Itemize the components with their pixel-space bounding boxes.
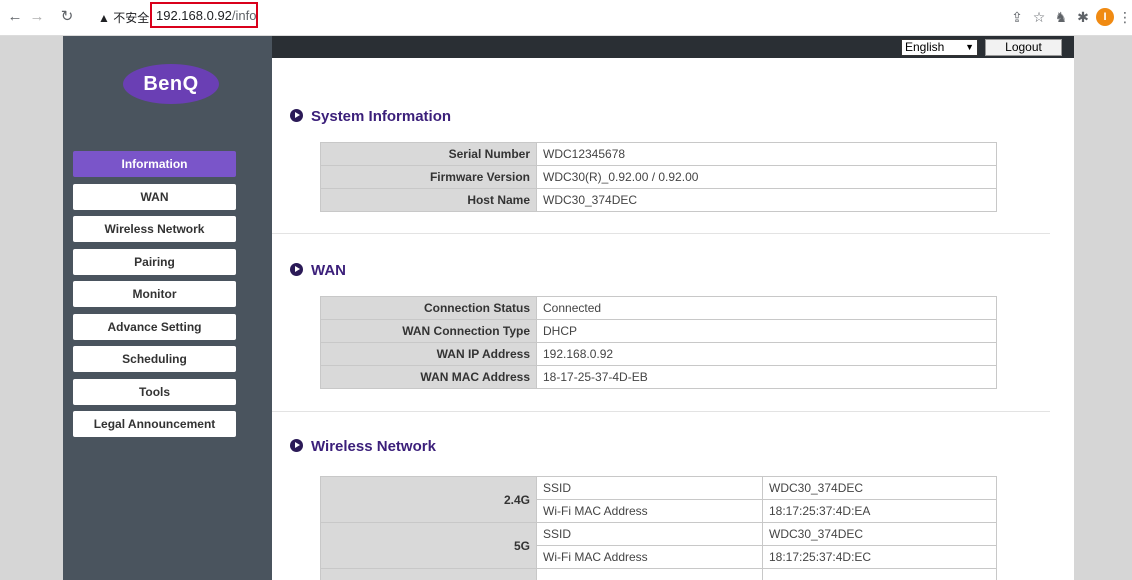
puzzle-icon[interactable]: ✱ bbox=[1074, 8, 1092, 26]
section-title-wireless: Wireless Network bbox=[290, 438, 436, 456]
system-title: System Information bbox=[311, 108, 452, 125]
table-row: WAN MAC Address 18-17-25-37-4D-EB bbox=[320, 365, 997, 389]
row-cell bbox=[536, 568, 763, 580]
ssid-value: WDC30_374DEC bbox=[762, 476, 997, 500]
section-divider bbox=[272, 411, 1050, 412]
page-margin-left bbox=[0, 36, 63, 580]
mac-label: Wi-Fi MAC Address bbox=[536, 499, 763, 523]
table-row: 2.4G SSID WDC30_374DEC bbox=[320, 476, 997, 523]
band-label: 2.4G bbox=[320, 476, 537, 523]
band-label bbox=[320, 568, 537, 580]
row-label: WAN IP Address bbox=[320, 342, 537, 366]
sidebar-item-wireless-network[interactable]: Wireless Network bbox=[73, 216, 236, 242]
router-page: BenQ Information WAN Wireless Network Pa… bbox=[63, 36, 1074, 580]
wireless-title: Wireless Network bbox=[311, 438, 436, 455]
section-divider bbox=[272, 233, 1050, 234]
ssid-label: SSID bbox=[536, 522, 763, 546]
menu-kebab-icon[interactable]: ⋮ bbox=[1116, 8, 1132, 26]
sidebar: BenQ Information WAN Wireless Network Pa… bbox=[63, 36, 272, 580]
url-host: 192.168.0.92 bbox=[156, 8, 232, 23]
sidebar-item-tools[interactable]: Tools bbox=[73, 378, 236, 405]
section-bullet-icon bbox=[290, 439, 303, 452]
back-icon[interactable]: ← bbox=[6, 8, 24, 26]
sidebar-menu: Information WAN Wireless Network Pairing… bbox=[73, 151, 236, 444]
row-label: Firmware Version bbox=[320, 165, 537, 189]
section-title-system: System Information bbox=[290, 108, 451, 126]
top-bar: English ▼ Logout bbox=[272, 36, 1074, 58]
row-value: 192.168.0.92 bbox=[536, 342, 997, 366]
url-text[interactable]: 192.168.0.92/info bbox=[156, 7, 256, 25]
band-label: 5G bbox=[320, 522, 537, 569]
table-row: Connection Status Connected bbox=[320, 296, 997, 320]
forward-icon[interactable]: → bbox=[28, 8, 46, 26]
wan-info-table: Connection Status Connected WAN Connectio… bbox=[320, 296, 997, 389]
sidebar-item-wan[interactable]: WAN bbox=[73, 183, 236, 210]
row-value: WDC12345678 bbox=[536, 142, 997, 166]
row-cell bbox=[762, 568, 997, 580]
url-highlight-box: 192.168.0.92/info bbox=[150, 2, 258, 28]
benq-logo: BenQ bbox=[123, 64, 219, 104]
share-icon[interactable]: ⇪ bbox=[1008, 8, 1026, 26]
language-select[interactable]: English ▼ bbox=[901, 39, 978, 56]
row-label: Host Name bbox=[320, 188, 537, 212]
sidebar-item-advance-setting[interactable]: Advance Setting bbox=[73, 313, 236, 340]
sidebar-item-pairing[interactable]: Pairing bbox=[73, 248, 236, 275]
mac-value: 18:17:25:37:4D:EA bbox=[762, 499, 997, 523]
chevron-down-icon: ▼ bbox=[965, 42, 974, 52]
sidebar-item-monitor[interactable]: Monitor bbox=[73, 281, 236, 307]
reload-icon[interactable]: ↻ bbox=[58, 8, 76, 26]
row-value: WDC30_374DEC bbox=[536, 188, 997, 212]
table-row: Host Name WDC30_374DEC bbox=[320, 188, 997, 212]
ssid-label: SSID bbox=[536, 476, 763, 500]
mac-label: Wi-Fi MAC Address bbox=[536, 545, 763, 569]
table-row bbox=[320, 568, 997, 580]
row-label: Serial Number bbox=[320, 142, 537, 166]
table-row: Firmware Version WDC30(R)_0.92.00 / 0.92.… bbox=[320, 165, 997, 189]
row-value: WDC30(R)_0.92.00 / 0.92.00 bbox=[536, 165, 997, 189]
main-content: System Information Serial Number WDC12345… bbox=[272, 58, 1074, 580]
table-row: 5G SSID WDC30_374DEC bbox=[320, 522, 997, 569]
bookmark-star-icon[interactable]: ☆ bbox=[1030, 8, 1048, 26]
not-secure-warning[interactable]: ▲ 不安全 bbox=[98, 8, 149, 28]
language-value: English bbox=[905, 40, 945, 54]
logout-button[interactable]: Logout bbox=[985, 39, 1062, 56]
system-info-table: Serial Number WDC12345678 Firmware Versio… bbox=[320, 142, 997, 212]
row-value: Connected bbox=[536, 296, 997, 320]
sidebar-item-scheduling[interactable]: Scheduling bbox=[73, 346, 236, 372]
row-value: 18-17-25-37-4D-EB bbox=[536, 365, 997, 389]
row-value: DHCP bbox=[536, 319, 997, 343]
section-bullet-icon bbox=[290, 109, 303, 122]
browser-toolbar: ← → ↻ ▲ 不安全 192.168.0.92/info ⇪ ☆ ♞ ✱ I … bbox=[0, 0, 1132, 36]
row-label: WAN Connection Type bbox=[320, 319, 537, 343]
address-bar[interactable]: ▲ 不安全 192.168.0.92/info bbox=[90, 2, 1124, 30]
url-path: /info bbox=[231, 8, 257, 23]
ssid-value: WDC30_374DEC bbox=[762, 522, 997, 546]
section-bullet-icon bbox=[290, 263, 303, 276]
wireless-info-table: 2.4G SSID WDC30_374DEC Wi-Fi MAC Address… bbox=[320, 476, 997, 580]
table-row: Serial Number WDC12345678 bbox=[320, 142, 997, 166]
profile-avatar[interactable]: I bbox=[1096, 8, 1114, 26]
wan-title: WAN bbox=[311, 262, 346, 279]
page-margin-right bbox=[1074, 36, 1132, 580]
table-row: WAN IP Address 192.168.0.92 bbox=[320, 342, 997, 366]
table-row: WAN Connection Type DHCP bbox=[320, 319, 997, 343]
extension-icon[interactable]: ♞ bbox=[1052, 8, 1070, 26]
row-label: Connection Status bbox=[320, 296, 537, 320]
sidebar-item-information[interactable]: Information bbox=[73, 151, 236, 177]
mac-value: 18:17:25:37:4D:EC bbox=[762, 545, 997, 569]
section-title-wan: WAN bbox=[290, 262, 346, 280]
sidebar-item-legal-announcement[interactable]: Legal Announcement bbox=[73, 411, 236, 437]
row-label: WAN MAC Address bbox=[320, 365, 537, 389]
